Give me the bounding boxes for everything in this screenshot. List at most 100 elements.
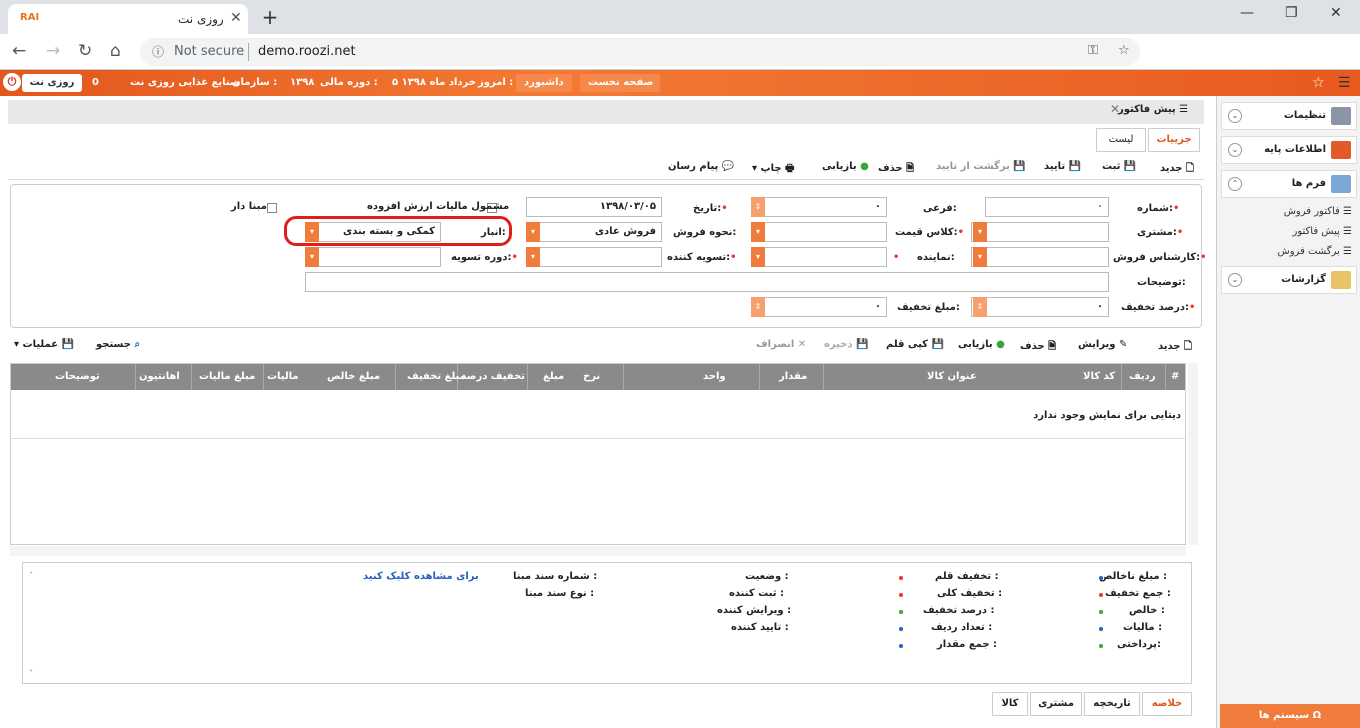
discount-amt-input[interactable]: ۰	[751, 297, 887, 317]
col-discount-amt[interactable]: مبلغ تخفیف	[407, 371, 466, 382]
maximize-icon[interactable]: ❐	[1285, 5, 1298, 21]
representative-dropdown[interactable]: ▾	[751, 247, 765, 267]
col-description[interactable]: توضیحات	[55, 371, 100, 382]
grid-delete-button[interactable]: حذف 🗎	[1020, 339, 1056, 356]
customer-input[interactable]	[971, 222, 1109, 242]
col-unit[interactable]: واحد	[703, 371, 726, 382]
col-qty[interactable]: مقدار	[779, 371, 807, 382]
new-button[interactable]: جدید 🗋	[1160, 161, 1194, 178]
back-icon[interactable]: ←	[12, 41, 26, 61]
grid-vertical-scrollbar[interactable]	[1188, 363, 1198, 545]
document-tab[interactable]: پیش فاکتور ☰	[1118, 104, 1204, 124]
settler-input[interactable]	[526, 247, 662, 267]
sidebar-item-basic-info[interactable]: ⌄ اطلاعات پایه	[1221, 136, 1357, 164]
representative-input[interactable]	[751, 247, 887, 267]
date-input[interactable]: ۱۳۹۸/۰۳/۰۵	[526, 197, 662, 217]
sidebar-subitem-sales-invoice[interactable]: فاکتور فروش ☰	[1284, 206, 1352, 217]
sub-input[interactable]: ۰	[751, 197, 887, 217]
power-icon[interactable]: ⏻	[3, 73, 21, 91]
grid-edit-button[interactable]: ویرایش ✎	[1078, 339, 1127, 350]
close-document-icon[interactable]: ✕	[1110, 102, 1120, 116]
forward-icon[interactable]: →	[46, 41, 60, 61]
home-icon[interactable]: ⌂	[110, 41, 121, 61]
sales-expert-input[interactable]	[971, 247, 1109, 267]
sales-expert-dropdown[interactable]: ▾	[973, 247, 987, 267]
grid-refresh-button[interactable]: بازیابی ●	[958, 339, 1005, 350]
chevron-down-icon[interactable]: ⌄	[1228, 109, 1242, 123]
col-title[interactable]: عنوان کالا	[927, 371, 977, 382]
grid-horizontal-scrollbar[interactable]	[10, 546, 1186, 556]
grid-cancel-button[interactable]: انصراف ✕	[756, 339, 806, 350]
grid-save-button[interactable]: ذخیره 💾	[824, 339, 868, 350]
col-code[interactable]: کد کالا	[1083, 371, 1115, 382]
grid-operations-button[interactable]: ▾ عملیات 💾	[14, 339, 74, 350]
sidebar-item-reports[interactable]: ⌄ گزارشات	[1221, 266, 1357, 294]
col-row[interactable]: ردیف	[1129, 371, 1156, 382]
col-amount[interactable]: مبلغ	[543, 371, 564, 382]
settle-period-dropdown[interactable]: ▾	[305, 247, 319, 267]
discount-amt-stepper[interactable]: ⇕	[751, 297, 765, 317]
key-icon[interactable]: ⚿	[1088, 43, 1098, 58]
col-net[interactable]: مبلغ خالص	[327, 371, 380, 382]
sub-stepper[interactable]: ⇕	[751, 197, 765, 217]
unconfirm-button[interactable]: برگشت از تایید 💾	[936, 161, 1026, 172]
favorite-star-icon[interactable]: ☆	[1312, 74, 1325, 92]
view-source-link[interactable]: برای مشاهده کلیک کنید	[363, 571, 479, 582]
minimize-icon[interactable]: —	[1240, 5, 1254, 21]
tab-close-icon[interactable]: ✕	[230, 10, 242, 26]
settler-dropdown[interactable]: ▾	[526, 247, 540, 267]
url-bar[interactable]: ⓘ Not secure demo.roozi.net	[140, 38, 1140, 66]
chevron-down-icon[interactable]: ⌄	[1228, 273, 1242, 287]
sale-method-select[interactable]: فروش عادی	[526, 222, 662, 242]
price-class-dropdown[interactable]: ▾	[751, 222, 765, 242]
print-button[interactable]: ▾ چاپ 🖶	[752, 161, 794, 178]
based-checkbox[interactable]	[267, 203, 277, 213]
home-page-button[interactable]: صفحه نخست	[580, 74, 660, 92]
menu-icon[interactable]: ☰	[1338, 74, 1351, 92]
scroll-up-icon[interactable]: ˄	[29, 571, 33, 580]
settle-period-input[interactable]	[305, 247, 441, 267]
discount-pct-input[interactable]: ۰	[971, 297, 1109, 317]
messenger-button[interactable]: پیام رسان 💬	[668, 161, 734, 172]
col-tax-amt[interactable]: مبلغ مالیات	[199, 371, 255, 382]
col-extra[interactable]: اهانتیون	[139, 371, 180, 382]
save-button[interactable]: ثبت 💾	[1102, 161, 1136, 172]
confirm-button[interactable]: تایید 💾	[1044, 161, 1081, 172]
col-tax[interactable]: مالیات	[267, 371, 299, 382]
tab-details[interactable]: جزییات	[1148, 128, 1200, 152]
refresh-button[interactable]: بازیابی ●	[822, 161, 869, 172]
chevron-down-icon[interactable]: ⌄	[1228, 143, 1242, 157]
browser-tab[interactable]: RAI روزی نت ✕	[8, 4, 248, 34]
customer-dropdown[interactable]: ▾	[973, 222, 987, 242]
tab-customer[interactable]: مشتری	[1030, 692, 1082, 716]
tab-list[interactable]: لیست	[1096, 128, 1146, 152]
delete-button[interactable]: حذف 🗎	[878, 161, 914, 178]
grid-copy-button[interactable]: کپی قلم 💾	[886, 339, 944, 350]
col-hash[interactable]: #	[1171, 371, 1179, 382]
reload-icon[interactable]: ↻	[78, 41, 92, 61]
star-icon[interactable]: ☆	[1118, 43, 1130, 58]
scroll-down-icon[interactable]: ˅	[29, 669, 33, 678]
close-window-icon[interactable]: ✕	[1330, 5, 1342, 21]
discount-pct-stepper[interactable]: ⇕	[973, 297, 987, 317]
dashboard-button[interactable]: داشبورد	[516, 74, 572, 92]
grid-new-button[interactable]: جدید 🗋	[1158, 339, 1192, 356]
tab-summary[interactable]: خلاصه	[1142, 692, 1192, 716]
info-icon[interactable]: ⓘ	[152, 43, 164, 60]
sidebar-subitem-proforma[interactable]: پیش فاکتور ☰	[1293, 226, 1353, 237]
grid-search-button[interactable]: جستجو ⌕	[96, 339, 140, 350]
number-input[interactable]: ۰	[985, 197, 1109, 217]
price-class-input[interactable]	[751, 222, 887, 242]
sidebar-subitem-sales-return[interactable]: برگشت فروش ☰	[1278, 246, 1352, 257]
col-rate[interactable]: نرخ	[583, 371, 600, 382]
tab-goods[interactable]: کالا	[992, 692, 1028, 716]
sale-method-dropdown[interactable]: ▾	[526, 222, 540, 242]
sidebar-item-settings[interactable]: ⌄ تنظیمات	[1221, 102, 1357, 130]
system-menu-button[interactable]: سیستم ها Ω	[1220, 704, 1360, 728]
description-input[interactable]	[305, 272, 1109, 292]
sidebar-item-forms[interactable]: ⌃ فرم ها	[1221, 170, 1357, 198]
tab-history[interactable]: تاریخچه	[1084, 692, 1140, 716]
chevron-up-icon[interactable]: ⌃	[1228, 177, 1242, 191]
new-tab-button[interactable]: +	[258, 7, 282, 29]
col-discount-pct[interactable]: تخفیف درصد	[461, 371, 525, 382]
